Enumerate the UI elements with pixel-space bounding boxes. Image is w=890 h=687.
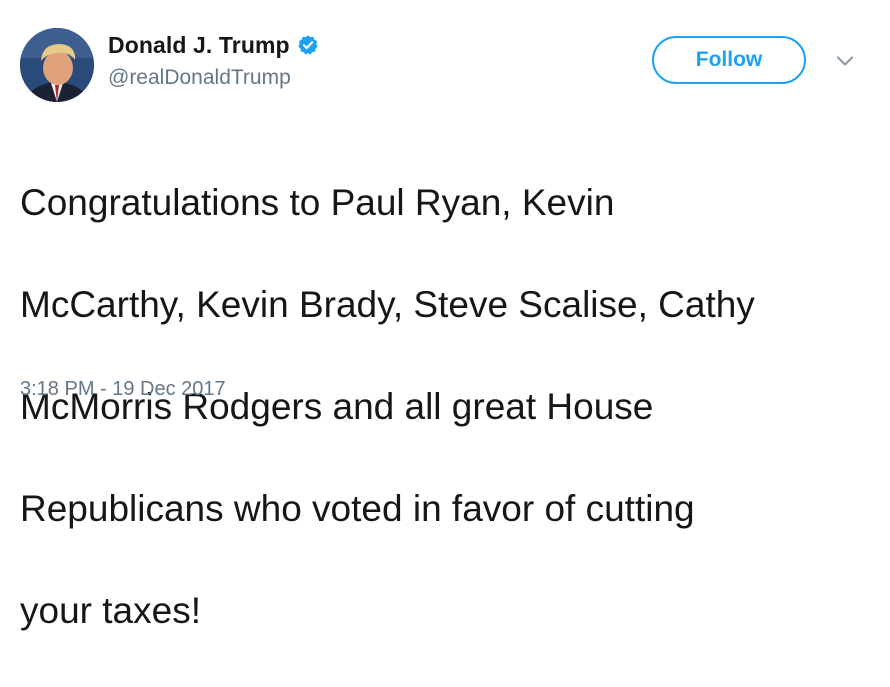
display-name[interactable]: Donald J. Trump xyxy=(108,32,290,59)
name-row: Donald J. Trump xyxy=(108,30,319,60)
tweet-text-line: Congratulations to Paul Ryan, Kevin xyxy=(20,182,615,223)
avatar-image xyxy=(20,28,94,102)
verified-badge-icon xyxy=(297,34,319,56)
follow-button[interactable]: Follow xyxy=(652,36,806,84)
tweet-timestamp[interactable]: 3:18 PM - 19 Dec 2017 xyxy=(20,378,226,401)
tweet-text-line: Republicans who voted in favor of cuttin… xyxy=(20,488,695,529)
user-info: Donald J. Trump @realDonaldTrump xyxy=(108,30,319,90)
chevron-down-icon[interactable] xyxy=(834,50,856,72)
avatar[interactable] xyxy=(20,28,94,102)
tweet-text-line: your taxes! xyxy=(20,590,201,631)
user-handle[interactable]: @realDonaldTrump xyxy=(108,66,319,90)
tweet-card: Donald J. Trump @realDonaldTrump Follow … xyxy=(0,0,890,631)
tweet-text: Congratulations to Paul Ryan, Kevin McCa… xyxy=(20,126,870,687)
tweet-text-line: McCarthy, Kevin Brady, Steve Scalise, Ca… xyxy=(20,284,755,325)
